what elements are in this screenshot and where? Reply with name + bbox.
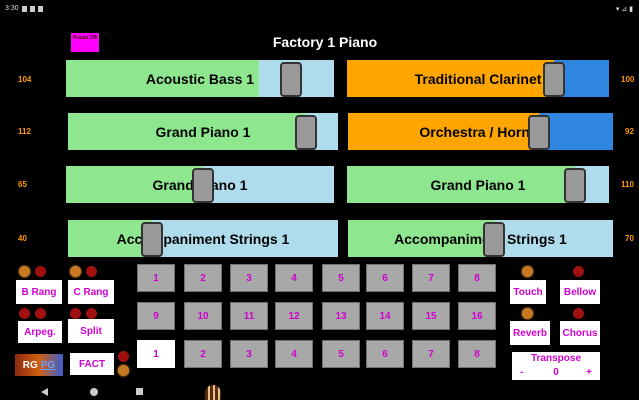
preset-number-button[interactable]: 6 [366,264,404,292]
slider-handle[interactable] [280,62,302,97]
preset-number-button[interactable]: 12 [275,302,313,330]
status-bar: 3:30 ▾ ⊿ ▮ [0,0,639,18]
rg-label: RG [22,359,38,371]
voice-value-right: 100 [621,75,635,84]
voice-slider[interactable]: Grand Piano 1 [68,113,338,150]
voice-value-left: 65 [18,180,27,189]
preset-number-button[interactable]: 3 [230,264,268,292]
transpose-label: Transpose [530,353,582,364]
led-indicator [118,365,129,376]
led-indicator [35,308,46,319]
preset-number-button[interactable]: 4 [275,340,313,368]
split-button[interactable]: Split [68,319,114,343]
bellow-button[interactable]: Bellow [560,280,600,304]
arpeg-button[interactable]: Arpeg. [18,321,62,343]
home-icon[interactable] [90,388,98,396]
preset-number-button[interactable]: 3 [230,340,268,368]
led-indicator [70,308,81,319]
notification-icon [37,5,43,12]
voice-value-right: 92 [625,127,634,136]
voice-name: Orchestra / Horn 1 [419,123,542,140]
page-title: Factory 1 Piano [272,34,378,50]
accordion-app-icon[interactable] [205,385,221,400]
voice-slider[interactable]: Traditional Clarinet [347,60,609,97]
status-time: 3:30 [5,5,19,12]
b-rang-button[interactable]: B Rang [16,280,62,304]
voice-slider[interactable]: Grand Piano 1 [347,166,609,203]
voice-value-left: 112 [18,127,31,136]
touch-button[interactable]: Touch [510,280,546,304]
preset-number-button[interactable]: 8 [458,264,496,292]
led-indicator [86,308,97,319]
reverb-button[interactable]: Reverb [510,321,550,345]
transpose-plus-button[interactable]: + [586,367,592,378]
transpose-control: Transpose - 0 + [512,352,600,380]
led-indicator [70,266,81,277]
voice-slider[interactable]: Accompaniment Strings 1 [348,220,613,257]
preset-number-button[interactable]: 1 [137,264,175,292]
led-indicator [35,266,46,277]
preset-number-button[interactable]: 6 [366,340,404,368]
voice-name: Accompaniment Strings 1 [394,230,567,247]
notification-icon [29,5,35,12]
preset-number-button[interactable]: 5 [322,340,360,368]
voice-slider[interactable]: Acoustic Bass 1 [66,60,334,97]
preset-number-button[interactable]: 9 [137,302,175,330]
preset-number-button[interactable]: 8 [458,340,496,368]
led-indicator [573,266,584,277]
preset-number-button[interactable]: 10 [184,302,222,330]
voice-value-right: 110 [621,180,634,189]
led-indicator [573,308,584,319]
back-icon[interactable] [41,388,48,396]
voice-slider[interactable]: Orchestra / Horn 1 [348,113,613,150]
preset-number-button[interactable]: 5 [322,264,360,292]
preset-number-button[interactable]: 7 [412,340,450,368]
recent-apps-icon[interactable] [136,388,143,395]
pg-label: PG [40,359,56,371]
preset-number-button[interactable]: 14 [366,302,404,330]
preset-number-button[interactable]: 11 [230,302,268,330]
voice-name: Traditional Clarinet [414,70,542,87]
preset-number-button[interactable]: 4 [275,264,313,292]
led-indicator [522,266,533,277]
voice-value-left: 104 [18,75,32,84]
led-indicator [118,351,129,362]
fact-button[interactable]: FACT [70,353,114,375]
preset-number-button[interactable]: 2 [184,340,222,368]
status-icons: ▾ ⊿ ▮ [615,6,633,13]
preset-number-button[interactable]: 16 [458,302,496,330]
preset-number-button[interactable]: 7 [412,264,450,292]
preset-number-button[interactable]: 15 [412,302,450,330]
slider-handle[interactable] [192,168,214,203]
chorus-button[interactable]: Chorus [560,321,600,345]
notification-icon [21,5,27,12]
preset-button[interactable]: Preset Off [71,33,99,52]
navigation-bar [0,384,639,400]
preset-number-button[interactable]: 2 [184,264,222,292]
voice-value-right: 70 [625,234,634,243]
rg-pg-toggle[interactable]: RG PG [15,354,63,376]
slider-handle[interactable] [141,222,163,257]
slider-handle[interactable] [483,222,505,257]
c-rang-button[interactable]: C Rang [68,280,114,304]
slider-handle[interactable] [564,168,586,203]
led-indicator [19,308,30,319]
voice-slider[interactable]: Accompaniment Strings 1 [68,220,338,257]
slider-handle[interactable] [543,62,565,97]
voice-value-left: 40 [18,234,27,243]
voice-name: Accompaniment Strings 1 [116,230,290,247]
led-indicator [86,266,97,277]
voice-slider[interactable]: Grand Piano 1 [66,166,334,203]
slider-handle[interactable] [295,115,317,150]
slider-handle[interactable] [528,115,550,150]
preset-number-button[interactable]: 13 [322,302,360,330]
led-indicator [19,266,30,277]
preset-number-button[interactable]: 1 [137,340,175,368]
led-indicator [522,308,533,319]
